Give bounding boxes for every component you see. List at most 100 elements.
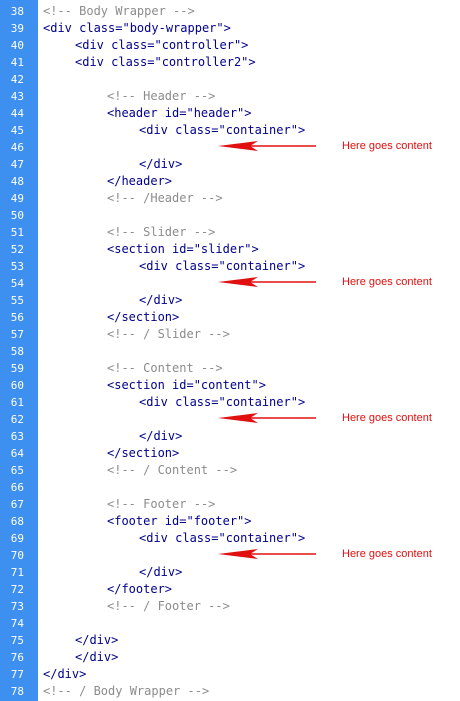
code-tag: </header> bbox=[107, 174, 173, 188]
content-annotation: Here goes content bbox=[0, 273, 460, 293]
code-line[interactable]: 50 bbox=[0, 207, 460, 224]
code-tag: </footer> bbox=[107, 582, 173, 596]
code-tag: <div class="controller2"> bbox=[75, 55, 256, 69]
line-number: 60 bbox=[10, 379, 24, 392]
line-number: 75 bbox=[10, 634, 24, 647]
code-line[interactable]: 52 <section id="slider"> bbox=[0, 241, 460, 258]
code-comment: <!-- / Content --> bbox=[107, 463, 238, 477]
annotation-label: Here goes content bbox=[342, 548, 432, 560]
code-line[interactable]: 77 </div> bbox=[0, 666, 460, 683]
code-tag: <section id="content"> bbox=[107, 378, 266, 392]
code-tag: <div class="controller"> bbox=[75, 38, 249, 52]
code-tag: </section> bbox=[107, 446, 180, 460]
code-line[interactable]: 76 </div> bbox=[0, 649, 460, 666]
code-comment: <!-- Slider --> bbox=[107, 225, 216, 239]
line-number: 66 bbox=[10, 481, 24, 494]
code-comment: <!-- Header --> bbox=[107, 89, 216, 103]
code-tag: </div> bbox=[139, 293, 183, 307]
code-line[interactable]: 64 </section> bbox=[0, 445, 460, 462]
line-number: 74 bbox=[10, 617, 24, 630]
code-comment: <!-- / Body Wrapper --> bbox=[43, 684, 210, 698]
code-tag: </div> bbox=[75, 633, 119, 647]
line-number: 48 bbox=[10, 175, 24, 188]
line-number: 76 bbox=[10, 651, 24, 664]
line-number: 64 bbox=[10, 447, 24, 460]
code-tag: </div> bbox=[139, 429, 183, 443]
line-number: 77 bbox=[10, 668, 24, 681]
code-comment: <!-- Body Wrapper --> bbox=[43, 4, 195, 18]
left-arrow-icon bbox=[218, 141, 316, 151]
left-arrow-icon bbox=[218, 277, 316, 287]
code-line[interactable]: 74 bbox=[0, 615, 460, 632]
code-line[interactable]: 39 <div class="body-wrapper"> bbox=[0, 20, 460, 37]
code-line[interactable]: 41 <div class="controller2"> bbox=[0, 54, 460, 71]
line-number: 63 bbox=[10, 430, 24, 443]
code-line[interactable]: 63 </div> bbox=[0, 428, 460, 445]
code-comment: <!-- Content --> bbox=[107, 361, 223, 375]
code-tag: <header id="header"> bbox=[107, 106, 252, 120]
line-number: 41 bbox=[10, 56, 24, 69]
annotation-label: Here goes content bbox=[342, 412, 432, 424]
content-annotation: Here goes content bbox=[0, 545, 460, 565]
annotation-label: Here goes content bbox=[342, 140, 432, 152]
code-line[interactable]: 59 <!-- Content --> bbox=[0, 360, 460, 377]
line-number: 52 bbox=[10, 243, 24, 256]
line-number: 71 bbox=[10, 566, 24, 579]
code-line[interactable]: 40 <div class="controller"> bbox=[0, 37, 460, 54]
code-tag: <div class="body-wrapper"> bbox=[43, 21, 231, 35]
line-number: 50 bbox=[10, 209, 24, 222]
code-line[interactable]: 48 </header> bbox=[0, 173, 460, 190]
code-line[interactable]: 68 <footer id="footer"> bbox=[0, 513, 460, 530]
code-line[interactable]: 75 </div> bbox=[0, 632, 460, 649]
line-number: 56 bbox=[10, 311, 24, 324]
line-number: 44 bbox=[10, 107, 24, 120]
code-tag: <section id="slider"> bbox=[107, 242, 259, 256]
code-comment: <!-- / Footer --> bbox=[107, 599, 230, 613]
code-tag: <footer id="footer"> bbox=[107, 514, 252, 528]
line-number: 78 bbox=[10, 685, 24, 698]
line-number: 59 bbox=[10, 362, 24, 375]
code-line[interactable]: 49 <!-- /Header --> bbox=[0, 190, 460, 207]
code-line[interactable]: 67 <!-- Footer --> bbox=[0, 496, 460, 513]
line-number: 68 bbox=[10, 515, 24, 528]
code-line[interactable]: 55 </div> bbox=[0, 292, 460, 309]
code-tag: </div> bbox=[43, 667, 87, 681]
code-line[interactable]: 43 <!-- Header --> bbox=[0, 88, 460, 105]
code-line[interactable]: 58 bbox=[0, 343, 460, 360]
code-line[interactable]: 71 </div> bbox=[0, 564, 460, 581]
code-line[interactable]: 47 </div> bbox=[0, 156, 460, 173]
code-line[interactable]: 73 <!-- / Footer --> bbox=[0, 598, 460, 615]
code-line[interactable]: 44 <header id="header"> bbox=[0, 105, 460, 122]
content-annotation: Here goes content bbox=[0, 409, 460, 429]
code-comment: <!-- /Header --> bbox=[107, 191, 223, 205]
left-arrow-icon bbox=[218, 413, 316, 423]
code-line[interactable]: 51 <!-- Slider --> bbox=[0, 224, 460, 241]
line-number: 43 bbox=[10, 90, 24, 103]
code-tag: </div> bbox=[75, 650, 119, 664]
code-comment: <!-- / Slider --> bbox=[107, 327, 230, 341]
line-number: 67 bbox=[10, 498, 24, 511]
left-arrow-icon bbox=[218, 549, 316, 559]
code-line[interactable]: 78 <!-- / Body Wrapper --> bbox=[0, 683, 460, 700]
code-comment: <!-- Footer --> bbox=[107, 497, 216, 511]
line-number: 55 bbox=[10, 294, 24, 307]
line-number: 42 bbox=[10, 73, 24, 86]
line-number: 38 bbox=[10, 5, 24, 18]
code-line[interactable]: 60 <section id="content"> bbox=[0, 377, 460, 394]
line-number: 39 bbox=[10, 22, 24, 35]
code-editor[interactable]: 38 <!-- Body Wrapper --> 39 <div class="bod… bbox=[0, 3, 460, 700]
code-line[interactable]: 66 bbox=[0, 479, 460, 496]
code-line[interactable]: 38 <!-- Body Wrapper --> bbox=[0, 3, 460, 20]
line-number: 49 bbox=[10, 192, 24, 205]
line-number: 72 bbox=[10, 583, 24, 596]
code-line[interactable]: 56 </section> bbox=[0, 309, 460, 326]
code-line[interactable]: 65 <!-- / Content --> bbox=[0, 462, 460, 479]
code-tag: </div> bbox=[139, 157, 183, 171]
code-line[interactable]: 42 bbox=[0, 71, 460, 88]
code-line[interactable]: 57 <!-- / Slider --> bbox=[0, 326, 460, 343]
line-number: 57 bbox=[10, 328, 24, 341]
code-tag: </section> bbox=[107, 310, 180, 324]
code-line[interactable]: 72 </footer> bbox=[0, 581, 460, 598]
annotation-label: Here goes content bbox=[342, 276, 432, 288]
content-annotation: Here goes content bbox=[0, 137, 460, 157]
